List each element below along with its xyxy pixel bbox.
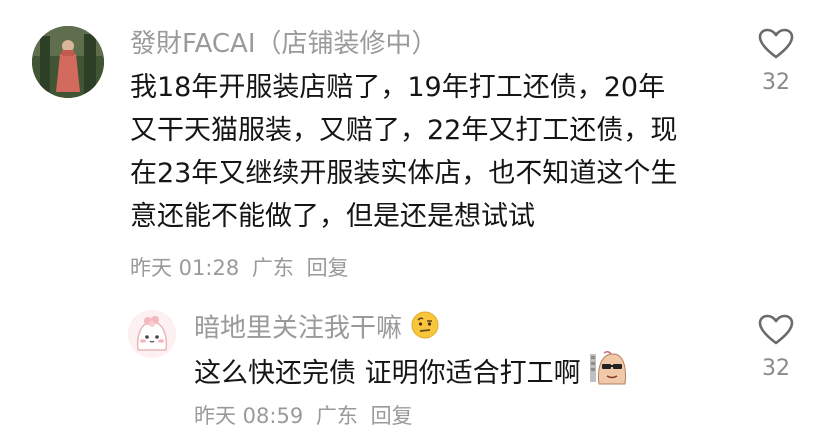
sticker-icon	[589, 350, 629, 399]
comment-text-line: 又干天猫服装，又赔了，22年又打工还债，现	[130, 115, 678, 146]
reply-location: 广东	[315, 404, 358, 428]
reply-reply-button[interactable]: 回复	[371, 404, 413, 428]
comment-meta: 昨天 01:28 广东 回复	[130, 254, 355, 282]
reply-meta: 昨天 08:59 广东 回复	[194, 402, 419, 430]
comment-username[interactable]: 發財FACAI（店铺装修中）	[130, 28, 438, 60]
avatar[interactable]	[32, 26, 104, 98]
reply-text: 这么快还完债 证明你适合打工啊	[194, 358, 581, 389]
comment-location: 广东	[251, 256, 294, 280]
heart-icon[interactable]	[758, 28, 794, 60]
reply-like-button[interactable]: 32	[748, 314, 804, 382]
reply-avatar[interactable]	[128, 310, 176, 358]
reply-text-row: 这么快还完债 证明你适合打工啊	[194, 350, 629, 399]
comment-text-line: 意还能不能做了，但是还是想试试	[130, 201, 535, 232]
reply-time: 昨天 08:59	[194, 404, 304, 428]
reply-button[interactable]: 回复	[307, 256, 349, 280]
reply-username[interactable]: 暗地里关注我干嘛	[194, 314, 402, 344]
sticker-image	[590, 350, 627, 385]
comment-body: 我18年开服装店赔了，19年打工还债，20年 又干天猫服装，又赔了，22年又打工…	[130, 66, 677, 238]
heart-icon[interactable]	[758, 314, 794, 346]
raised-eyebrow-emoji	[410, 310, 440, 348]
reply-like-count: 32	[762, 356, 790, 381]
raised-eyebrow-emoji-icon	[411, 311, 439, 339]
comment-time: 昨天 01:28	[130, 256, 240, 280]
comment-text-line: 我18年开服装店赔了，19年打工还债，20年	[130, 72, 666, 103]
reply-avatar-image	[128, 310, 176, 358]
like-button[interactable]: 32	[748, 28, 804, 96]
avatar-image	[32, 26, 104, 98]
like-count: 32	[762, 70, 790, 95]
reply-username-row: 暗地里关注我干嘛	[194, 310, 440, 348]
comment-text-line: 在23年又继续开服装实体店，也不知道这个生	[130, 158, 678, 189]
